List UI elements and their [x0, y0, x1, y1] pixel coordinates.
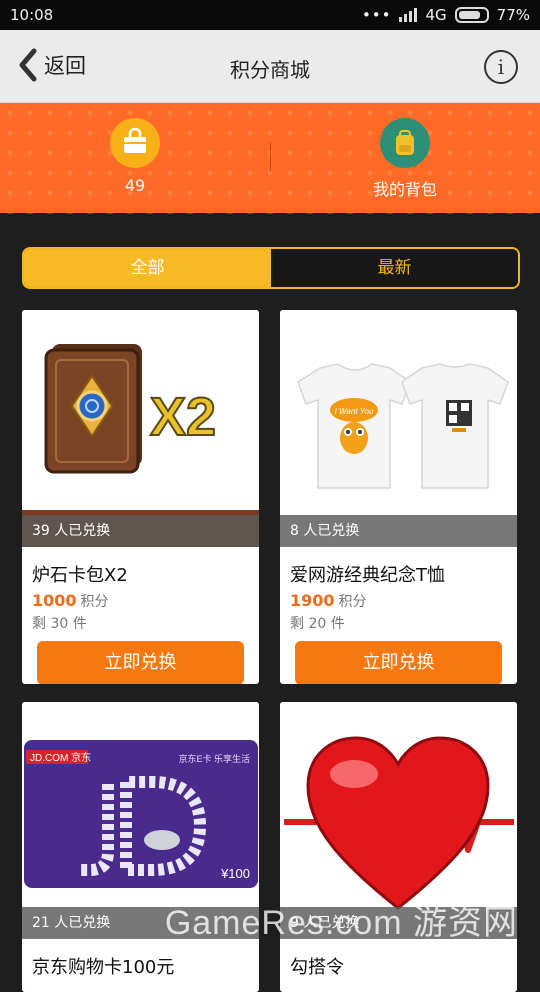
jd-slogan: 京东E卡 乐享生活 — [178, 753, 250, 764]
info-icon[interactable]: i — [484, 50, 518, 84]
jd-value: ¥100 — [220, 866, 250, 881]
banner-scallop-edge — [0, 203, 540, 225]
nav-bar: 返回 积分商城 i — [0, 30, 540, 103]
filter-tabs: 全部 最新 — [22, 247, 520, 289]
points-item[interactable]: 49 — [75, 118, 195, 195]
exchanged-count: 8 人已兑换 — [280, 515, 517, 547]
exchanged-count: 39 人已兑换 — [22, 515, 259, 547]
product-image: I Want You 8 人已兑换 — [280, 310, 517, 547]
shopping-bag-icon — [110, 118, 160, 168]
banner-divider — [270, 143, 271, 171]
battery-percent: 77% — [496, 6, 530, 24]
jd-logo: JD.COM 京东 — [30, 751, 91, 764]
card-pack-x2-text: X2 — [150, 387, 216, 447]
my-bag-item[interactable]: 我的背包 — [345, 118, 465, 200]
product-name: 炉石卡包X2 — [32, 565, 128, 586]
signal-icon — [399, 8, 418, 22]
page-title: 积分商城 — [230, 58, 310, 82]
product-card[interactable]: I Want You 8 人已兑换 爱网游经典纪念T恤 1900 积分 剩 20 … — [280, 310, 517, 684]
status-bar: 10:08 ••• 4G 77% — [0, 0, 540, 30]
redeem-button[interactable]: 立即兑换 — [37, 641, 244, 684]
price-value: 1900 — [290, 591, 335, 610]
product-card[interactable]: JD.COM 京东 京东E卡 乐享生活 ¥100 21 人已兑换 京东购物卡10… — [22, 702, 259, 992]
product-card[interactable]: 9 人已兑换 勾搭令 — [280, 702, 517, 992]
product-name: 爱网游经典纪念T恤 — [290, 565, 445, 586]
product-name: 勾搭令 — [290, 957, 344, 978]
shirt-slogan: I Want You — [335, 407, 374, 416]
points-value: 49 — [124, 176, 146, 195]
product-stock: 剩 30 件 — [32, 616, 87, 632]
product-card[interactable]: X2 39 人已兑换 炉石卡包X2 1000 积分 剩 30 件 立即兑换 — [22, 310, 259, 684]
product-name: 京东购物卡100元 — [32, 957, 175, 978]
network-type: 4G — [425, 6, 447, 24]
price-unit: 积分 — [338, 594, 367, 610]
my-bag-label: 我的背包 — [372, 180, 437, 199]
more-dots-icon: ••• — [361, 6, 392, 24]
product-stock: 剩 20 件 — [290, 616, 345, 632]
product-price: 1900 积分 — [290, 591, 517, 611]
battery-icon — [454, 7, 489, 23]
product-price: 1000 积分 — [32, 591, 259, 611]
backpack-icon — [380, 118, 430, 168]
price-value: 1000 — [32, 591, 77, 610]
redeem-button[interactable]: 立即兑换 — [295, 641, 502, 684]
tab-all[interactable]: 全部 — [24, 249, 271, 287]
status-time: 10:08 — [10, 6, 54, 24]
tab-latest[interactable]: 最新 — [271, 249, 518, 287]
price-unit: 积分 — [80, 594, 109, 610]
watermark: GameRes.com 游资网 — [164, 904, 518, 942]
product-image: X2 39 人已兑换 — [22, 310, 259, 547]
